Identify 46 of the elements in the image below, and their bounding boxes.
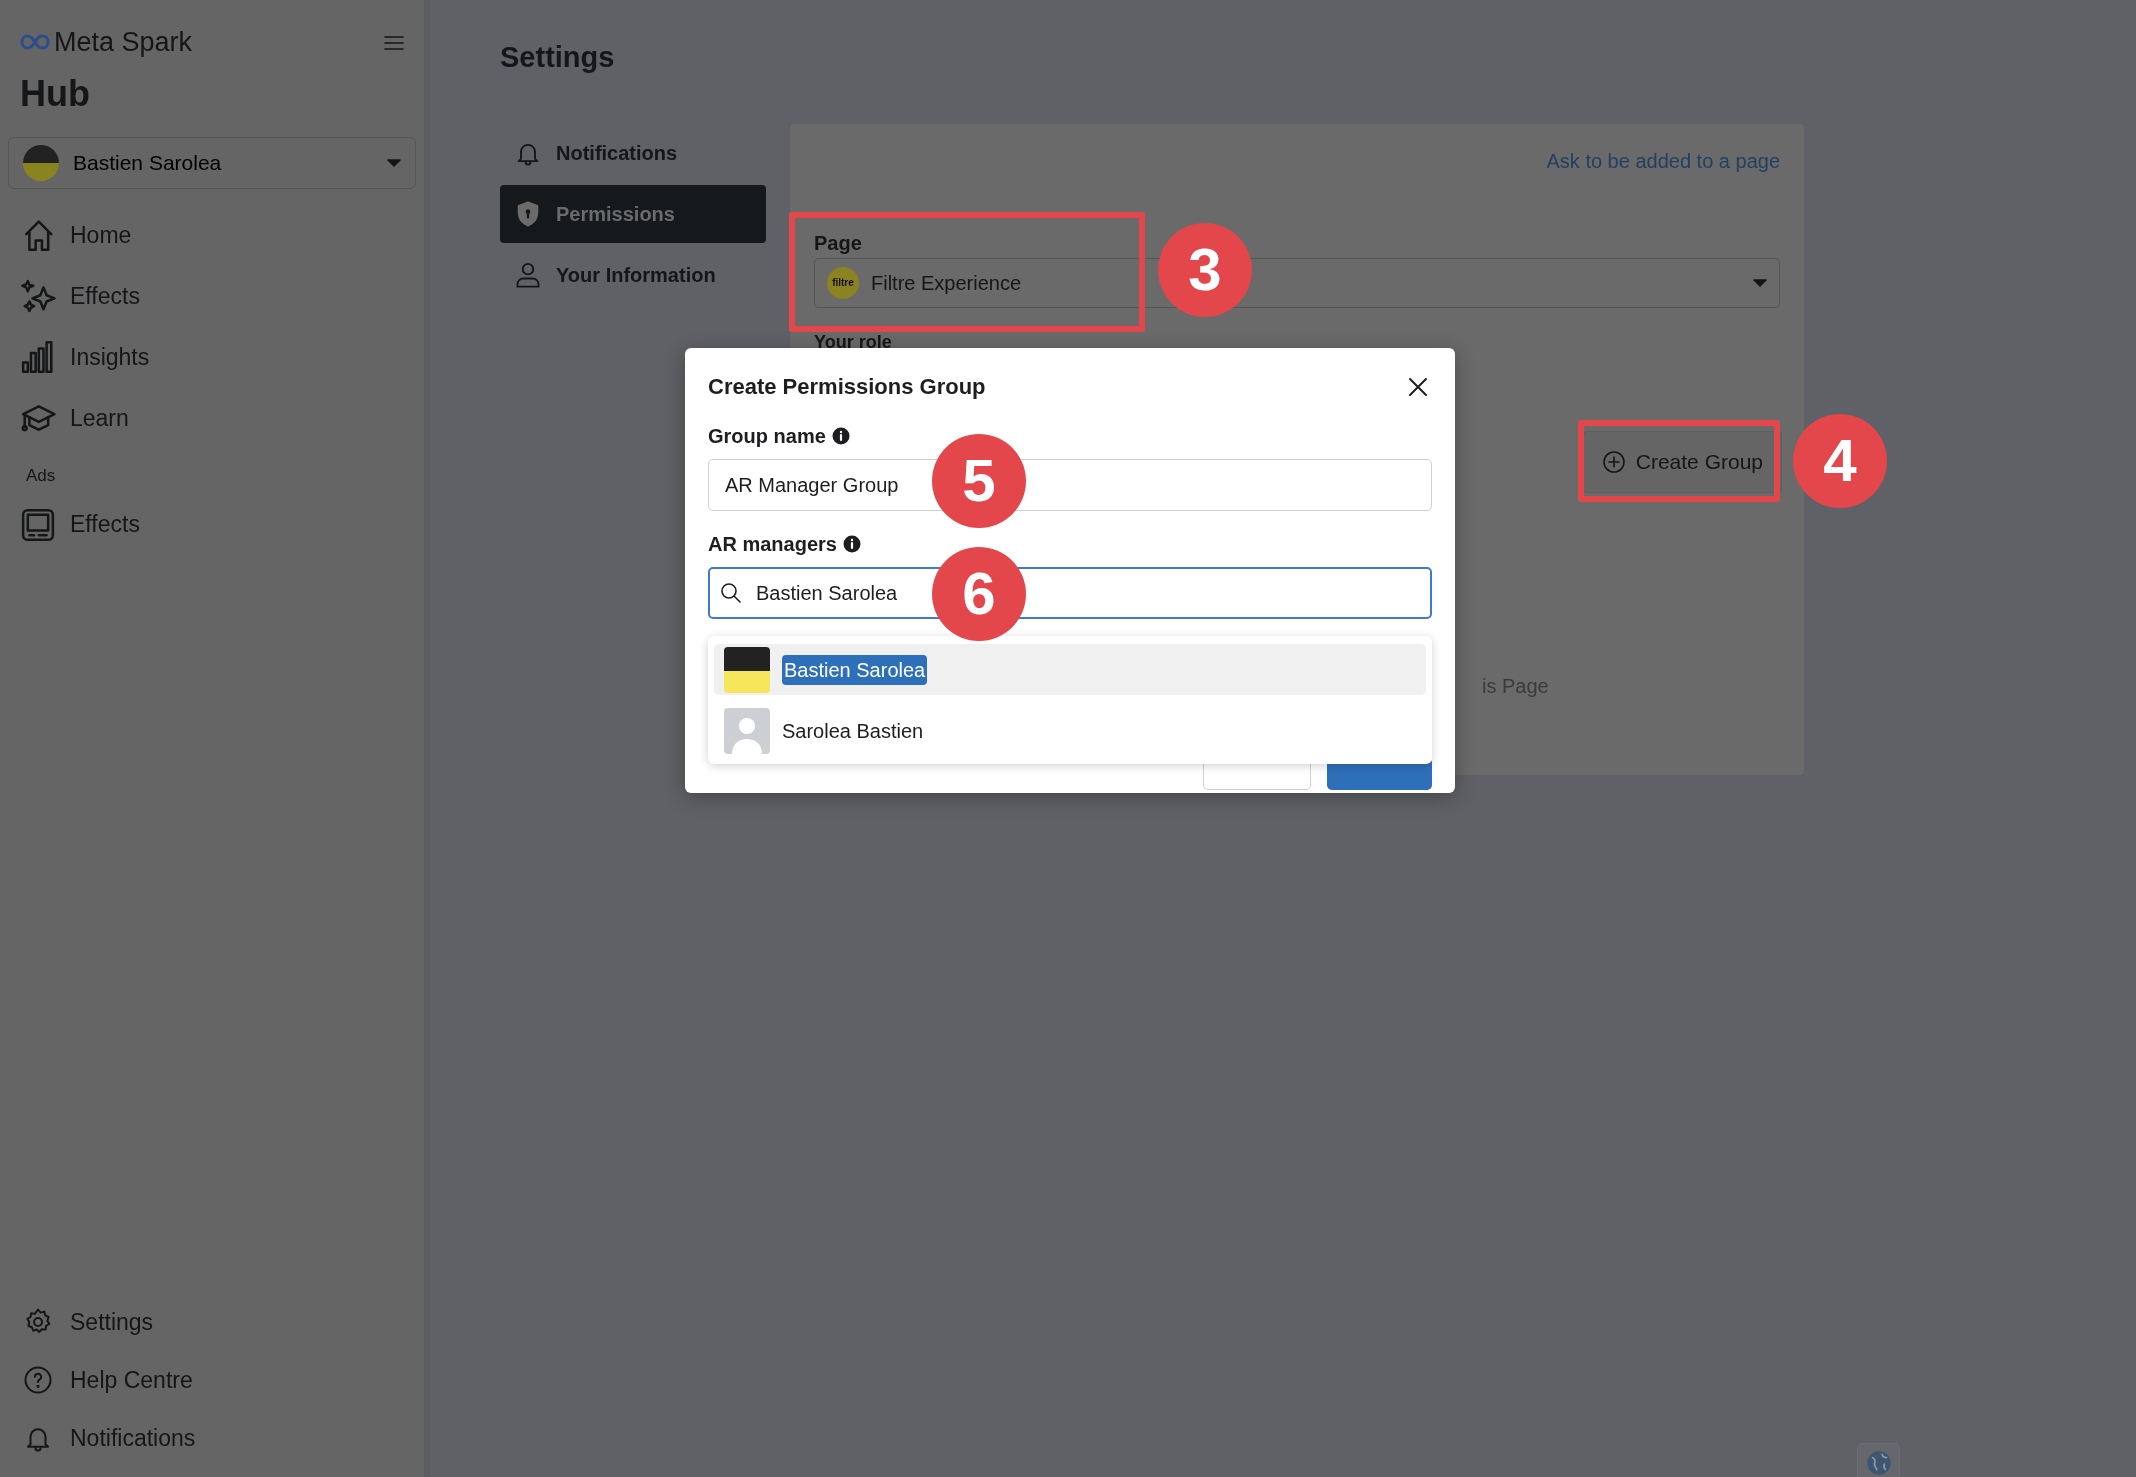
field-label: Group name	[708, 424, 826, 449]
request-page-link[interactable]: Ask to be added to a page	[1546, 145, 1780, 176]
page-logo: filtre	[827, 266, 859, 299]
caret-icon	[387, 158, 401, 167]
nav-item[interactable]: Learn	[8, 387, 416, 449]
menu-icon	[384, 35, 404, 51]
info-icon	[842, 535, 861, 553]
caret-icon	[1753, 278, 1767, 287]
nav-item[interactable]: Effects	[8, 494, 416, 555]
help-icon	[23, 1365, 53, 1395]
page-title: Settings	[500, 40, 616, 75]
monitor-icon	[20, 506, 56, 543]
info-icon	[831, 427, 850, 445]
section-label: Ads	[25, 464, 57, 487]
plus-circle-icon	[1601, 449, 1626, 474]
brand-name: Meta Spark	[54, 26, 193, 59]
field-label: AR managers	[708, 532, 837, 557]
dialog-title: Create Permissions Group	[708, 373, 986, 401]
globe-icon	[1865, 1450, 1892, 1476]
field-label: Your role	[814, 332, 892, 351]
settings-tab[interactable]: Permissions	[500, 184, 766, 243]
nav-item[interactable]: Home	[8, 204, 416, 266]
settings-tab[interactable]: Notifications	[500, 123, 766, 182]
person-silhouette-icon	[724, 707, 770, 754]
nav-item[interactable]: Settings	[8, 1293, 416, 1351]
account-dropdown[interactable]: Bastien Sarolea	[8, 136, 416, 189]
account-avatar	[23, 144, 59, 181]
nav-item[interactable]: Effects	[8, 265, 416, 327]
suggestion-item[interactable]: Sarolea Bastien	[714, 705, 1426, 756]
field-label: Page	[814, 230, 862, 256]
bar-chart-icon	[20, 339, 56, 375]
search-icon	[719, 581, 743, 605]
nav-item[interactable]: Insights	[8, 326, 416, 388]
nav-item[interactable]: Help Centre	[8, 1351, 416, 1409]
photo-placeholder	[724, 646, 770, 693]
close-icon	[1408, 376, 1428, 397]
sparkles-icon	[20, 278, 56, 314]
hub-title: Hub	[19, 71, 91, 116]
step-marker: 4	[1793, 414, 1887, 508]
person-icon	[514, 260, 542, 289]
settings-tab[interactable]: Your Information	[500, 245, 766, 304]
infinity-logo-icon	[20, 34, 50, 51]
suggestion-item[interactable]: Bastien Sarolea	[714, 644, 1426, 695]
globe-button[interactable]	[1857, 1443, 1900, 1477]
nav-item[interactable]: Notifications	[8, 1409, 416, 1467]
create-group-button[interactable]: Create Group	[1582, 430, 1782, 493]
